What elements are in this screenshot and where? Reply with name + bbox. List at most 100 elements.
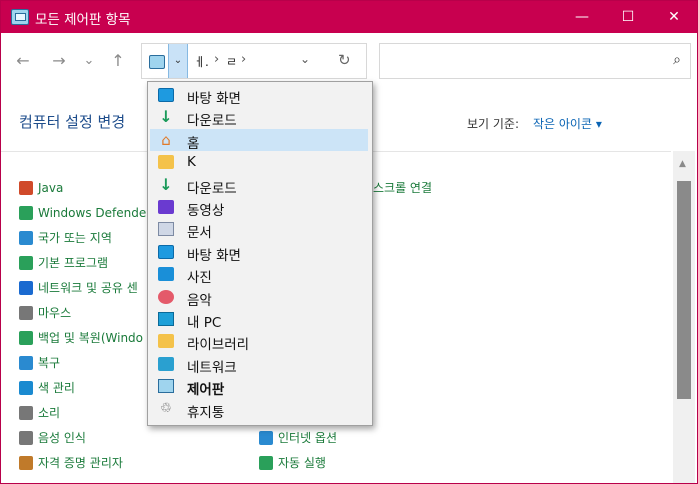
menu-item[interactable]: 문서 bbox=[150, 218, 368, 242]
microphone-icon bbox=[19, 431, 33, 445]
address-history-dropdown-icon[interactable]: ⌄ bbox=[300, 52, 310, 66]
menu-item[interactable]: 사진 bbox=[150, 263, 368, 287]
menu-item-label: 문서 bbox=[187, 225, 212, 242]
menu-item[interactable]: 네트워크 bbox=[150, 353, 368, 376]
control-panel-item-label: 음성 인식 bbox=[38, 431, 86, 445]
control-panel-icon bbox=[158, 379, 174, 394]
windows-defender-icon bbox=[19, 206, 33, 220]
home-icon: ⌂ bbox=[161, 130, 171, 149]
video-icon bbox=[158, 200, 174, 214]
menu-item-label: 음악 bbox=[187, 292, 212, 309]
control-panel-item[interactable]: 국가 또는 지역 bbox=[19, 229, 112, 247]
color-management-icon bbox=[19, 381, 33, 395]
recycle-bin-icon: ♲ bbox=[160, 400, 172, 416]
network-icon bbox=[158, 356, 174, 371]
menu-item-label: 사진 bbox=[187, 270, 212, 287]
back-arrow-icon[interactable]: ← bbox=[12, 50, 34, 72]
maximize-button[interactable]: ☐ bbox=[605, 1, 651, 33]
recent-locations-icon[interactable]: ⌄ bbox=[78, 50, 100, 72]
title-bar: 모든 제어판 항목 — ☐ ✕ bbox=[1, 1, 697, 33]
download-icon: ↓ bbox=[159, 174, 173, 194]
control-panel-item[interactable]: 기본 프로그램 bbox=[19, 254, 108, 272]
control-panel-item[interactable]: 마우스 bbox=[19, 304, 71, 322]
vertical-scrollbar[interactable]: ▲ bbox=[673, 151, 695, 483]
menu-item[interactable]: ↓ 다운로드 bbox=[150, 106, 368, 130]
page-title: 컴퓨터 설정 변경 bbox=[19, 113, 126, 131]
menu-item[interactable]: 내 PC bbox=[150, 308, 368, 331]
control-panel-item-label: 국가 또는 지역 bbox=[38, 231, 112, 245]
up-arrow-icon[interactable]: ↑ bbox=[107, 50, 129, 72]
control-panel-item[interactable]: 네트워크 및 공유 센 bbox=[19, 279, 138, 297]
internet-options-icon bbox=[259, 431, 273, 445]
menu-item[interactable]: ↓ 다운로드 bbox=[150, 174, 368, 197]
menu-item[interactable]: 동영상 bbox=[150, 196, 368, 219]
menu-item[interactable]: ⌂ 홈 bbox=[150, 128, 368, 152]
control-panel-item[interactable]: 음성 인식 bbox=[19, 429, 86, 447]
control-panel-item-label: 마우스 bbox=[38, 306, 72, 320]
menu-item[interactable]: 바탕 화면 bbox=[150, 241, 368, 264]
control-panel-item[interactable]: 백업 및 복원(Windo bbox=[19, 329, 143, 347]
control-panel-item-label: 백업 및 복원(Windo bbox=[38, 331, 144, 345]
control-panel-item[interactable]: 스크롤 연결 bbox=[373, 179, 432, 197]
scroll-up-icon[interactable]: ▲ bbox=[679, 159, 686, 169]
control-panel-item[interactable]: 복구 bbox=[19, 354, 60, 372]
menu-item-label: 다운로드 bbox=[187, 113, 237, 130]
menu-item-label: 바탕 화면 bbox=[187, 247, 241, 264]
java-icon bbox=[19, 181, 33, 195]
minimize-button[interactable]: — bbox=[559, 1, 605, 33]
control-panel-window: 모든 제어판 항목 — ☐ ✕ ← → ⌄ ↑ ⌄ ㅔ. › ㄹ › ⌄ ↻ ⌕… bbox=[0, 0, 698, 484]
network-icon bbox=[19, 281, 33, 295]
window-title: 모든 제어판 항목 bbox=[35, 12, 131, 28]
control-panel-item-label: 자격 증명 관리자 bbox=[38, 456, 123, 470]
search-box[interactable]: ⌕ bbox=[379, 43, 691, 79]
pc-icon bbox=[158, 312, 174, 326]
control-panel-item-label: 색 관리 bbox=[38, 381, 75, 395]
control-panel-item[interactable]: 색 관리 bbox=[19, 379, 75, 397]
recovery-icon bbox=[19, 356, 33, 370]
default-programs-icon bbox=[19, 256, 33, 270]
control-panel-item-label: 소리 bbox=[38, 406, 61, 420]
breadcrumb-item[interactable]: ㅔ. bbox=[194, 53, 209, 70]
control-panel-item[interactable]: 자격 증명 관리자 bbox=[19, 454, 123, 472]
control-panel-item[interactable]: Windows Defender bbox=[19, 204, 151, 222]
desktop-icon bbox=[158, 244, 174, 259]
control-panel-app-icon bbox=[11, 9, 29, 25]
menu-item-label: 라이브러리 bbox=[187, 337, 250, 354]
refresh-icon[interactable]: ↻ bbox=[338, 51, 351, 69]
control-panel-item[interactable]: 소리 bbox=[19, 404, 60, 422]
search-icon[interactable]: ⌕ bbox=[673, 52, 681, 68]
breadcrumb-separator[interactable]: › bbox=[241, 52, 246, 67]
menu-item[interactable]: 바탕 화면 bbox=[150, 84, 368, 107]
menu-item-label: 내 PC bbox=[187, 315, 222, 331]
globe-icon bbox=[19, 231, 33, 245]
breadcrumb-separator[interactable]: › bbox=[214, 52, 219, 67]
breadcrumb-dropdown-menu: 바탕 화면 ↓ 다운로드 ⌂ 홈 K ↓ 다운로드 동영상 문서 바탕 화면 사진 음악 내 PC 라이브러… bbox=[147, 81, 373, 426]
library-icon bbox=[158, 334, 174, 349]
forward-arrow-icon[interactable]: → bbox=[48, 50, 70, 72]
control-panel-item[interactable]: 인터넷 옵션 bbox=[259, 429, 337, 447]
menu-item-label: 제어판 bbox=[187, 382, 225, 399]
breadcrumb-dropdown-button[interactable]: ⌄ bbox=[168, 44, 188, 78]
close-button[interactable]: ✕ bbox=[651, 1, 697, 33]
control-panel-item[interactable]: Java bbox=[19, 179, 63, 197]
credential-icon bbox=[19, 456, 33, 470]
menu-item[interactable]: 라이브러리 bbox=[150, 330, 368, 354]
menu-item[interactable]: 음악 bbox=[150, 286, 368, 309]
menu-item[interactable]: ♲ 휴지통 bbox=[150, 398, 368, 421]
menu-item-label: 동영상 bbox=[187, 203, 225, 219]
document-icon bbox=[158, 222, 174, 237]
autoplay-icon bbox=[259, 456, 273, 470]
breadcrumb-item[interactable]: ㄹ bbox=[226, 53, 237, 70]
view-by-dropdown[interactable]: 작은 아이콘 ▾ bbox=[533, 115, 602, 132]
control-panel-item-label: 스크롤 연결 bbox=[373, 181, 433, 195]
menu-item-label: K bbox=[187, 154, 196, 171]
scrollbar-thumb[interactable] bbox=[677, 181, 691, 399]
menu-item-label: 네트워크 bbox=[187, 359, 237, 376]
pictures-icon bbox=[158, 267, 174, 282]
download-icon: ↓ bbox=[159, 107, 173, 127]
music-icon bbox=[158, 289, 174, 304]
address-bar[interactable]: ⌄ ㅔ. › ㄹ › ⌄ ↻ bbox=[141, 43, 367, 79]
menu-item[interactable]: 제어판 bbox=[150, 375, 368, 399]
menu-item[interactable]: K bbox=[150, 151, 368, 173]
control-panel-item[interactable]: 자동 실행 bbox=[259, 454, 326, 472]
